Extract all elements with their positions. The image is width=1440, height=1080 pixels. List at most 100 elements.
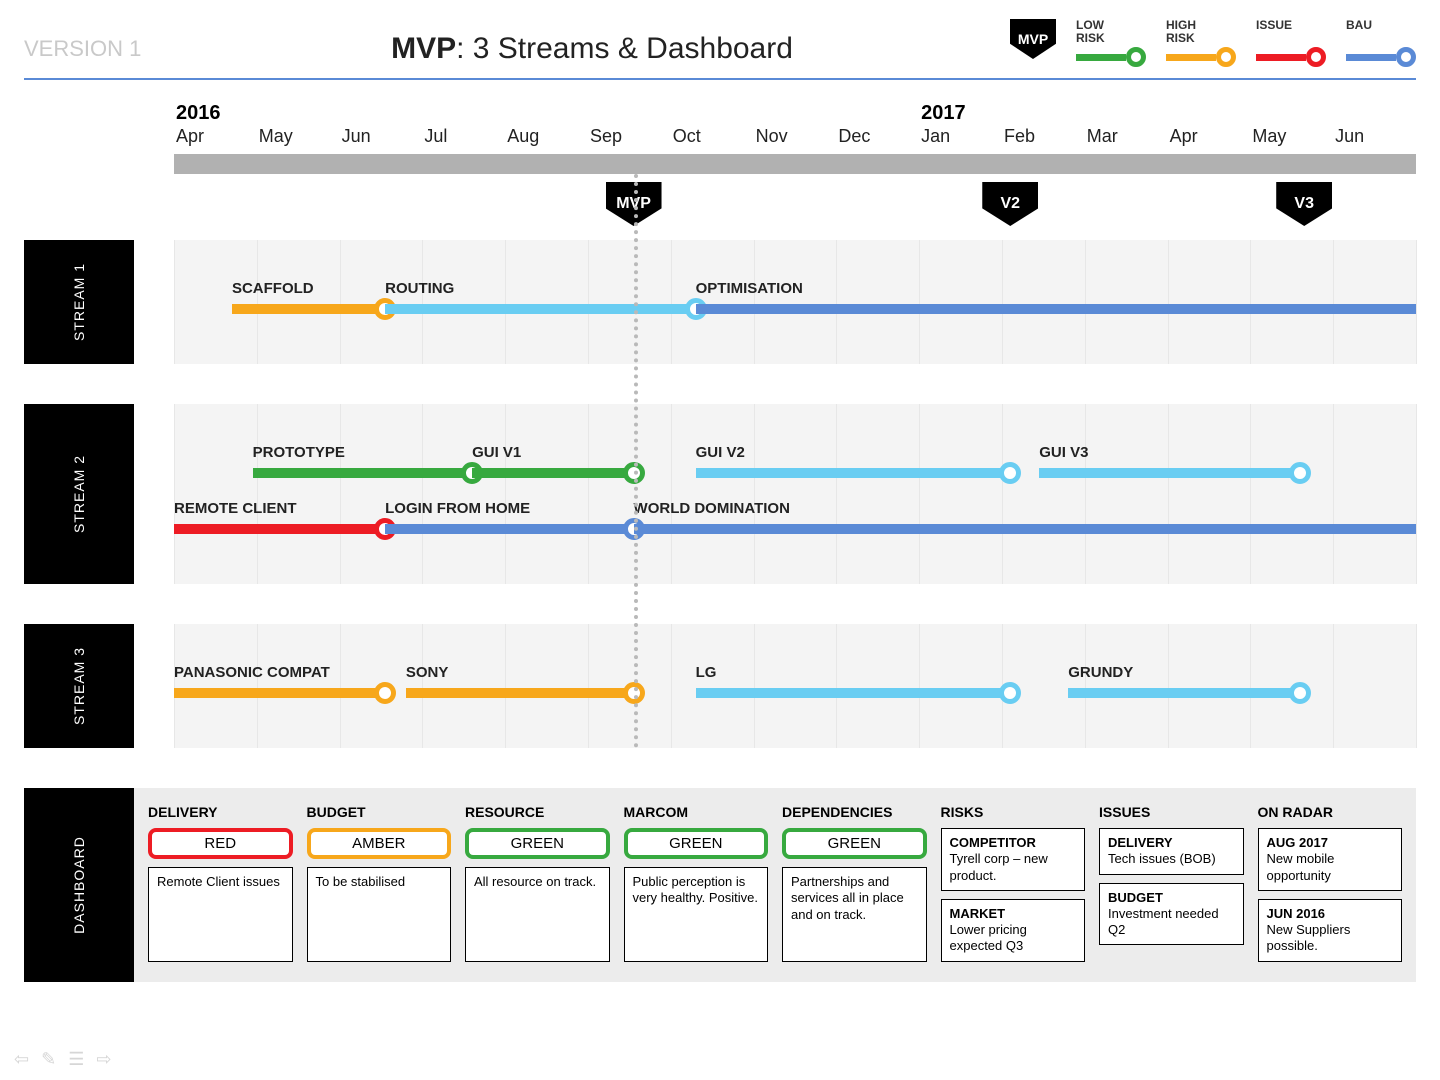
edit-icon[interactable]: ✎: [41, 1049, 56, 1070]
rag-badge: GREEN: [465, 828, 610, 859]
prev-icon[interactable]: ⇦: [14, 1049, 29, 1070]
legend-mvp-icon: MVP: [1010, 19, 1056, 59]
task-label: PROTOTYPE: [253, 444, 345, 461]
task-bar: [406, 688, 634, 698]
list-icon[interactable]: ☰: [68, 1049, 84, 1070]
title-rest: : 3 Streams & Dashboard: [456, 32, 793, 65]
stream-body: PROTOTYPE GUI V1 GUI V2 GUI V3 REMOTE CLIENT…: [174, 404, 1416, 584]
dash-risks: RISKS COMPETITORTyrell corp – new product…: [941, 804, 1086, 962]
dash-col-title: DEPENDENCIES: [782, 804, 927, 820]
task-label: REMOTE CLIENT: [174, 500, 297, 517]
timeline: 20162017 AprMayJunJulAugSepOctNovDecJanF…: [24, 102, 1416, 748]
task-bar: [232, 304, 385, 314]
dash-card: To be stabilised: [307, 867, 452, 962]
task-label: OPTIMISATION: [696, 280, 803, 297]
next-icon[interactable]: ⇨: [96, 1049, 111, 1070]
dash-card: AUG 2017New mobile opportunity: [1258, 828, 1403, 891]
task-bar: [696, 688, 1011, 698]
stream-body: SCAFFOLD ROUTING OPTIMISATION: [174, 240, 1416, 364]
month-label: Jul: [422, 126, 505, 152]
dash-radar: ON RADAR AUG 2017New mobile opportunity JU…: [1258, 804, 1403, 962]
dash-card: All resource on track.: [465, 867, 610, 962]
dash-col-title: BUDGET: [307, 804, 452, 820]
month-label: Nov: [754, 126, 837, 152]
dash-col-title: RESOURCE: [465, 804, 610, 820]
task-bar: [385, 524, 633, 534]
legend-item: ISSUE: [1256, 19, 1326, 67]
dash-col: MARCOM GREEN Public perception is very h…: [624, 804, 769, 962]
task-bar: [174, 524, 385, 534]
dash-issues: ISSUESDELIVERYTech issues (BOB)BUDGETInv…: [1099, 804, 1244, 962]
dash-card: Public perception is very healthy. Posit…: [624, 867, 769, 962]
dash-card: DELIVERYTech issues (BOB): [1099, 828, 1244, 875]
milestone-marker: V3: [1276, 182, 1332, 226]
stream: STREAM 1 SCAFFOLD ROUTING OPTIMISATION: [24, 240, 1416, 364]
rag-badge: GREEN: [782, 828, 927, 859]
month-label: Dec: [836, 126, 919, 152]
stream-row: SCAFFOLD ROUTING OPTIMISATION: [174, 274, 1416, 330]
month-label: Apr: [1168, 126, 1251, 152]
legend: MVP LOWRISK HIGHRISK ISSUE BAU: [1010, 19, 1416, 79]
task-end-dot: [623, 462, 645, 484]
task-label: SONY: [406, 664, 449, 681]
milestone-marker: MVP: [606, 182, 662, 226]
task-label: LOGIN FROM HOME: [385, 500, 530, 517]
month-label: Feb: [1002, 126, 1085, 152]
task-label: WORLD DOMINATION: [634, 500, 790, 517]
dash-col-title: ON RADAR: [1258, 804, 1403, 820]
dashboard: DASHBOARD DELIVERY RED Remote Client iss…: [24, 788, 1416, 982]
stream-label: STREAM 1: [24, 240, 134, 364]
task-label: SCAFFOLD: [232, 280, 314, 297]
legend-item: LOWRISK: [1076, 19, 1146, 67]
task-label: LG: [696, 664, 717, 681]
month-label: Jun: [340, 126, 423, 152]
month-label: May: [257, 126, 340, 152]
task-bar: [1039, 468, 1300, 478]
dash-card: BUDGETInvestment needed Q2: [1099, 883, 1244, 946]
timeline-bar: [174, 154, 1416, 174]
dash-card: MARKETLower pricing expected Q3: [941, 899, 1086, 962]
rag-badge: RED: [148, 828, 293, 859]
task-label: GUI V1: [472, 444, 521, 461]
month-label: May: [1250, 126, 1333, 152]
stream: STREAM 3PANASONIC COMPATSONYLGGRUNDY: [24, 624, 1416, 748]
dashboard-label: DASHBOARD: [24, 788, 134, 982]
dash-col-title: RISKS: [941, 804, 1086, 820]
month-label: Jan: [919, 126, 1002, 152]
month-label: Apr: [174, 126, 257, 152]
dash-col: DEPENDENCIES GREEN Partnerships and serv…: [782, 804, 927, 962]
dash-col: BUDGET AMBER To be stabilised: [307, 804, 452, 962]
header: VERSION 1 MVP: 3 Streams & Dashboard MVP…: [24, 20, 1416, 80]
milestones: MVP V2 V3: [174, 182, 1416, 240]
footer-nav: ⇦ ✎ ☰ ⇨: [14, 1049, 111, 1070]
task-bar: [634, 524, 1416, 534]
task-end-dot: [623, 682, 645, 704]
task-end-dot: [1289, 462, 1311, 484]
task-bar: [696, 468, 1011, 478]
milestone-marker: V2: [982, 182, 1038, 226]
task-label: GUI V2: [696, 444, 745, 461]
task-bar: [1068, 688, 1300, 698]
task-label: ROUTING: [385, 280, 454, 297]
title-bold: MVP: [391, 32, 456, 65]
page-title: MVP: 3 Streams & Dashboard: [174, 32, 1010, 66]
task-bar: [385, 304, 696, 314]
dash-card: Partnerships and services all in place a…: [782, 867, 927, 962]
version-label: VERSION 1: [24, 36, 174, 62]
dash-card: COMPETITORTyrell corp – new product.: [941, 828, 1086, 891]
task-end-dot: [1289, 682, 1311, 704]
task-label: GUI V3: [1039, 444, 1088, 461]
stream-label: STREAM 3: [24, 624, 134, 748]
dash-col: DELIVERY RED Remote Client issues: [148, 804, 293, 962]
task-bar: [253, 468, 472, 478]
stream-label: STREAM 2: [24, 404, 134, 584]
task-bar: [472, 468, 633, 478]
task-label: GRUNDY: [1068, 664, 1133, 681]
dash-col: RESOURCE GREEN All resource on track.: [465, 804, 610, 962]
dash-card: JUN 2016New Suppliers possible.: [1258, 899, 1403, 962]
month-label: Sep: [588, 126, 671, 152]
rag-badge: AMBER: [307, 828, 452, 859]
stream-row: PROTOTYPE GUI V1 GUI V2 GUI V3: [174, 438, 1416, 494]
dash-col-title: MARCOM: [624, 804, 769, 820]
stream-row: PANASONIC COMPATSONYLGGRUNDY: [174, 658, 1416, 714]
